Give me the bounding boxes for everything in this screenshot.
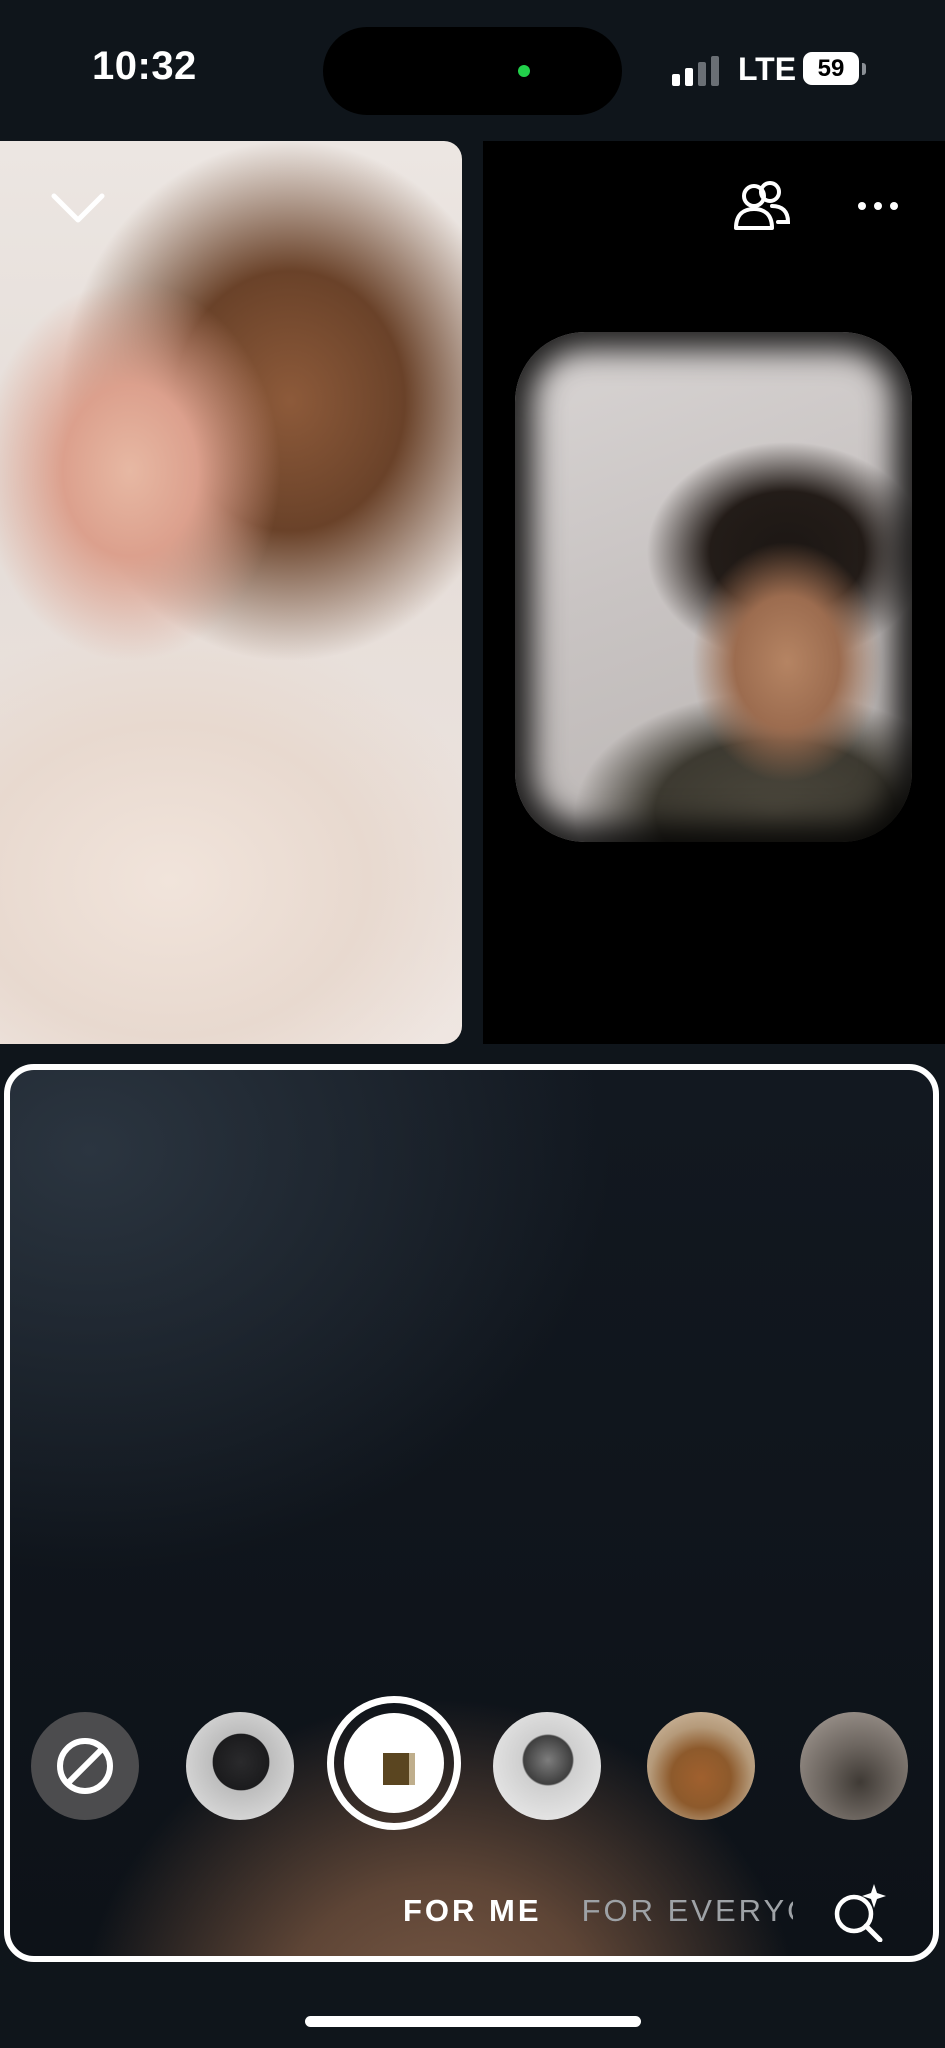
more-horizontal-icon[interactable]	[856, 200, 900, 212]
participant-video-bubble[interactable]	[515, 332, 912, 842]
no-effect-button[interactable]	[31, 1712, 139, 1820]
effect-thumbnail-1[interactable]	[186, 1712, 294, 1820]
participant-video-left[interactable]	[0, 141, 462, 1044]
chevron-down-icon[interactable]	[50, 188, 106, 228]
status-time: 10:32	[92, 44, 197, 88]
film-icon	[344, 1713, 444, 1813]
battery-tip	[862, 63, 866, 75]
effects-tray	[0, 1708, 945, 1820]
home-indicator[interactable]	[305, 2016, 641, 2027]
network-type: LTE	[738, 51, 797, 87]
battery-icon: 59	[803, 52, 859, 85]
tab-for-me[interactable]: FOR ME	[403, 1893, 542, 1928]
tab-for-everyone[interactable]: FOR EVERYONE	[582, 1893, 793, 1928]
effect-thumbnail-5[interactable]	[800, 1712, 908, 1820]
self-video-preview[interactable]	[4, 1064, 939, 1962]
camera-in-use-indicator	[518, 65, 530, 77]
sparkle-search-icon[interactable]	[830, 1882, 890, 1942]
selected-effect-button[interactable]	[327, 1696, 461, 1830]
effect-thumbnail-4[interactable]	[647, 1712, 755, 1820]
cellular-signal-icon	[672, 54, 719, 86]
effect-thumbnail-3[interactable]	[493, 1712, 601, 1820]
battery-level: 59	[817, 55, 845, 82]
people-icon[interactable]	[732, 180, 792, 232]
prohibited-icon	[57, 1738, 113, 1794]
dynamic-island	[323, 27, 622, 115]
effects-tabs: FOR ME FOR EVERYONE	[403, 1893, 793, 1939]
